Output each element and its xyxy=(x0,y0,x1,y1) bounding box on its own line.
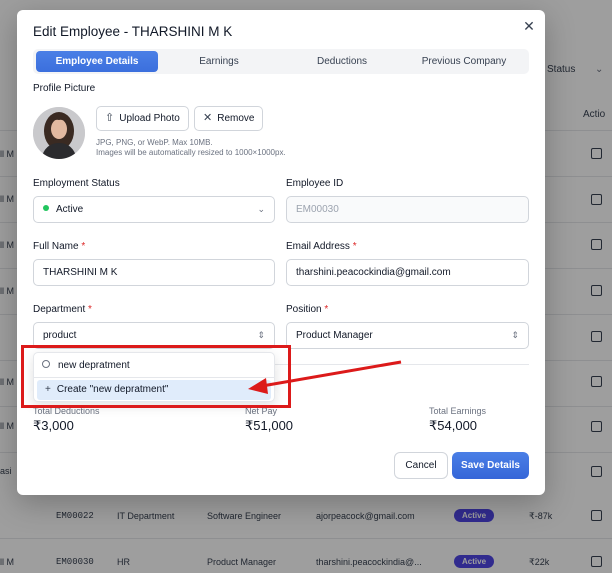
employment-status-select[interactable]: Active ⌄ xyxy=(33,196,275,223)
total-deductions-value: ₹3,000 xyxy=(33,418,74,433)
upload-photo-label: Upload Photo xyxy=(119,113,180,124)
save-details-button[interactable]: Save Details xyxy=(452,452,529,479)
employment-status-value: Active xyxy=(56,204,84,215)
upload-photo-button[interactable]: ⇧ Upload Photo xyxy=(96,106,189,131)
edit-employee-modal: Edit Employee - THARSHINI M K ✕ Employee… xyxy=(17,10,545,495)
tab-employee-details[interactable]: Employee Details xyxy=(36,51,158,72)
employment-status-label: Employment Status xyxy=(33,178,120,189)
full-name-label-text: Full Name xyxy=(33,241,79,252)
chevron-updown-icon: ⇕ xyxy=(511,330,519,340)
total-earnings-label: Total Earnings xyxy=(429,406,487,416)
status-dot-icon xyxy=(43,205,49,212)
photo-hint-2: Images will be automatically resized to … xyxy=(96,148,286,157)
position-select[interactable]: Product Manager ⇕ xyxy=(286,322,529,349)
modal-title: Edit Employee - THARSHINI M K xyxy=(33,24,233,39)
position-label: Position * xyxy=(286,304,328,315)
tab-deductions[interactable]: Deductions xyxy=(281,51,403,72)
annotation-highlight-box xyxy=(21,345,291,408)
department-label-text: Department xyxy=(33,304,86,315)
remove-label: Remove xyxy=(217,113,255,124)
profile-picture-label: Profile Picture xyxy=(33,83,96,94)
email-label-text: Email Address xyxy=(286,241,350,252)
photo-hint-1: JPG, PNG, or WebP. Max 10MB. xyxy=(96,138,213,147)
net-pay-value: ₹51,000 xyxy=(245,418,294,433)
employee-id-field: EM00030 xyxy=(286,196,529,223)
department-value: product xyxy=(43,330,77,341)
email-label: Email Address * xyxy=(286,241,357,252)
email-field[interactable]: tharshini.peacockindia@gmail.com xyxy=(286,259,529,286)
required-mark: * xyxy=(81,241,86,252)
tab-earnings[interactable]: Earnings xyxy=(158,51,280,72)
position-value: Product Manager xyxy=(296,330,373,341)
full-name-label: Full Name * xyxy=(33,241,85,252)
department-label: Department * xyxy=(33,304,92,315)
employee-id-label: Employee ID xyxy=(286,178,344,189)
total-earnings-value: ₹54,000 xyxy=(429,418,478,433)
close-icon: ✕ xyxy=(203,112,213,124)
position-label-text: Position xyxy=(286,304,322,315)
remove-photo-button[interactable]: ✕ Remove xyxy=(194,106,264,131)
profile-photo xyxy=(33,107,85,159)
avatar xyxy=(33,107,85,159)
tab-previous-company[interactable]: Previous Company xyxy=(403,51,525,72)
chevron-down-icon: ⌄ xyxy=(257,204,265,214)
full-name-field[interactable]: THARSHINI M K xyxy=(33,259,275,286)
required-mark: * xyxy=(352,241,357,252)
tab-bar: Employee Details Earnings Deductions Pre… xyxy=(33,49,529,74)
upload-icon: ⇧ xyxy=(105,112,115,124)
required-mark: * xyxy=(324,304,329,315)
required-mark: * xyxy=(88,304,92,315)
cancel-button[interactable]: Cancel xyxy=(394,452,448,479)
close-icon[interactable]: ✕ xyxy=(521,18,537,34)
